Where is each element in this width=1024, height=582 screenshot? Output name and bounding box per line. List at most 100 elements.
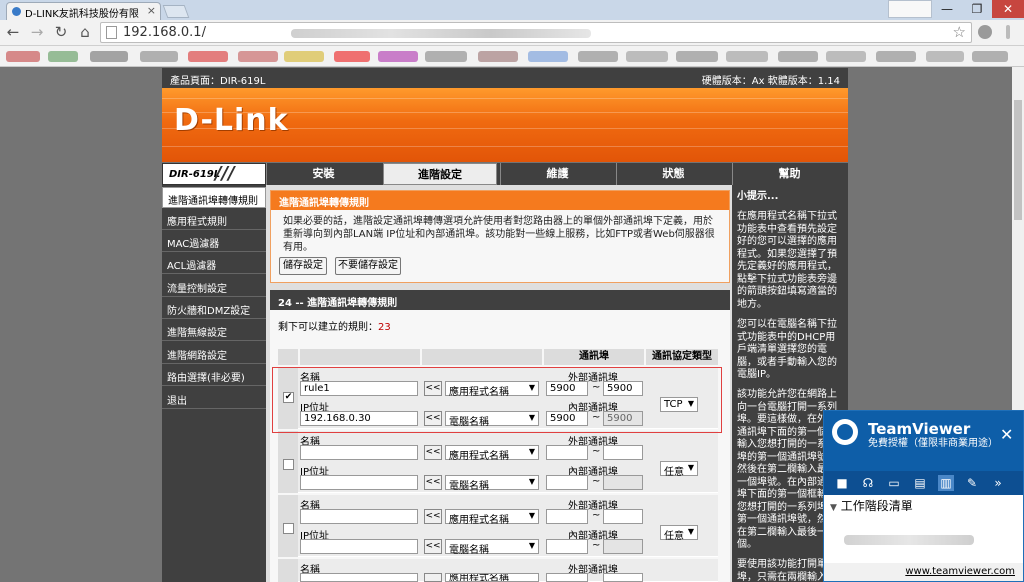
bookmark-item[interactable] xyxy=(48,51,78,62)
menu-icon[interactable] xyxy=(1006,25,1010,39)
bookmark-item[interactable] xyxy=(972,51,1008,62)
app-name-select[interactable]: 應用程式名稱 ▼ xyxy=(445,445,539,462)
pc-name-select[interactable]: 電腦名稱 ▼ xyxy=(445,539,539,556)
col-port: 通訊埠 xyxy=(544,349,644,365)
rule-enable-checkbox[interactable] xyxy=(283,459,294,470)
page-icon xyxy=(106,26,117,39)
sidebar-item-adv-wireless[interactable]: 進階無線設定 xyxy=(162,320,266,341)
file-transfer-icon[interactable]: ▥ xyxy=(938,475,954,491)
ip-address-input[interactable] xyxy=(300,539,418,554)
sidebar-item-app-rules[interactable]: 應用程式規則 xyxy=(162,209,266,230)
pc-copy-button[interactable]: << xyxy=(424,475,442,490)
pc-copy-button[interactable]: << xyxy=(424,539,442,554)
int-port-start-input[interactable] xyxy=(546,539,588,554)
rule-name-input[interactable] xyxy=(300,573,418,582)
bookmark-item[interactable] xyxy=(334,51,370,62)
reload-icon[interactable]: ↻ xyxy=(52,23,70,41)
tab-advanced[interactable]: 進階設定 xyxy=(383,163,497,185)
bookmark-item[interactable] xyxy=(188,51,228,62)
tab-status[interactable]: 狀態 xyxy=(616,163,730,185)
ext-port-start-input[interactable] xyxy=(546,509,588,524)
bookmark-item[interactable] xyxy=(676,51,718,62)
favicon-icon xyxy=(12,7,21,16)
protocol-select[interactable]: 任意 ▼ xyxy=(660,525,698,542)
bookmark-star-icon[interactable]: ☆ xyxy=(953,23,966,41)
rule-enable-checkbox[interactable] xyxy=(283,523,294,534)
tab-setup[interactable]: 安裝 xyxy=(266,163,380,185)
bookmark-item[interactable] xyxy=(626,51,668,62)
ext-port-start-input[interactable] xyxy=(546,445,588,460)
tab-maintenance[interactable]: 維護 xyxy=(500,163,614,185)
profile-button[interactable] xyxy=(888,0,932,18)
ip-address-input[interactable] xyxy=(300,475,418,490)
app-copy-button[interactable] xyxy=(424,573,442,582)
int-port-start-input[interactable] xyxy=(546,475,588,490)
scrollbar-thumb[interactable] xyxy=(1014,100,1022,220)
app-name-select[interactable]: 應用程式名稱 xyxy=(445,573,539,582)
teamviewer-close-icon[interactable]: ✕ xyxy=(1000,425,1013,444)
headset-icon[interactable]: ☊ xyxy=(860,475,876,491)
bookmark-item[interactable] xyxy=(90,51,128,62)
minimize-button[interactable]: — xyxy=(932,0,962,18)
bookmark-item[interactable] xyxy=(425,51,467,62)
session-list-header[interactable]: ▼ 工作階段清單 xyxy=(824,497,1023,515)
bookmark-item[interactable] xyxy=(726,51,768,62)
protocol-select[interactable]: 任意 ▼ xyxy=(660,461,698,478)
ext-port-end-input[interactable] xyxy=(603,573,643,582)
new-tab-button[interactable] xyxy=(162,5,190,18)
bookmark-item[interactable] xyxy=(238,51,278,62)
maximize-button[interactable]: ❐ xyxy=(962,0,992,18)
rule-name-input[interactable] xyxy=(300,445,418,460)
sidebar-item-port-forwarding[interactable]: 進階通訊埠轉傳規則 xyxy=(162,187,266,208)
ext-port-start-input[interactable] xyxy=(546,573,588,582)
int-port-end-input xyxy=(603,539,643,554)
bookmark-item[interactable] xyxy=(778,51,818,62)
tab-close-icon[interactable]: × xyxy=(147,4,156,17)
bookmark-item[interactable] xyxy=(528,51,568,62)
chat-icon[interactable]: ▭ xyxy=(886,475,902,491)
bookmark-item[interactable] xyxy=(6,51,40,62)
pen-icon[interactable]: ✎ xyxy=(964,475,980,491)
bookmark-item[interactable] xyxy=(926,51,964,62)
sidebar-item-mac-filter[interactable]: MAC過濾器 xyxy=(162,231,266,252)
dont-save-button[interactable]: 不要儲存設定 xyxy=(335,257,401,275)
bookmark-item[interactable] xyxy=(826,51,866,62)
teamviewer-link[interactable]: www.teamviewer.com xyxy=(824,563,1023,581)
ext-port-end-input[interactable] xyxy=(603,445,643,460)
app-name-select[interactable]: 應用程式名稱 ▼ xyxy=(445,509,539,526)
bookmark-item[interactable] xyxy=(478,51,518,62)
sidebar-item-traffic-control[interactable]: 流量控制設定 xyxy=(162,276,266,297)
bookmark-item[interactable] xyxy=(578,51,618,62)
ext-port-end-input[interactable] xyxy=(603,509,643,524)
save-settings-button[interactable]: 儲存設定 xyxy=(279,257,327,275)
session-item[interactable] xyxy=(844,535,974,545)
app-copy-button[interactable]: << xyxy=(424,509,442,524)
video-icon[interactable]: ■ xyxy=(834,475,850,491)
sidebar-item-adv-network[interactable]: 進階網路設定 xyxy=(162,343,266,364)
rule-row-2: 名稱 << 應用程式名稱 ▼ 外部通訊埠 ~ IP位址 << 電腦名稱 ▼ 內部通訊… xyxy=(278,431,718,493)
rule-row-4: 名稱 應用程式名稱 外部通訊埠 xyxy=(278,559,718,582)
rule-name-input[interactable] xyxy=(300,509,418,524)
whiteboard-icon[interactable]: ▤ xyxy=(912,475,928,491)
sidebar-item-routing[interactable]: 路由選擇(非必要) xyxy=(162,365,266,386)
back-icon[interactable]: ← xyxy=(4,23,22,41)
browser-tab[interactable]: D-LINK友訊科技股份有限 × xyxy=(6,2,161,20)
pc-name-select[interactable]: 電腦名稱 ▼ xyxy=(445,475,539,492)
tab-help[interactable]: 幫助 xyxy=(732,163,846,185)
forward-icon[interactable]: → xyxy=(28,23,46,41)
more-icon[interactable]: » xyxy=(990,475,1006,491)
app-copy-button[interactable]: << xyxy=(424,445,442,460)
bookmark-item[interactable] xyxy=(876,51,916,62)
bookmark-item[interactable] xyxy=(140,51,178,62)
bookmark-item[interactable] xyxy=(284,51,324,62)
int-port-end-input xyxy=(603,475,643,490)
sidebar-item-acl-filter[interactable]: ACL過濾器 xyxy=(162,253,266,274)
close-window-button[interactable]: ✕ xyxy=(992,0,1024,18)
col-protocol: 通訊協定類型 xyxy=(646,349,718,365)
sidebar-item-firewall-dmz[interactable]: 防火牆和DMZ設定 xyxy=(162,298,266,319)
sidebar-item-logout[interactable]: 退出 xyxy=(162,388,266,409)
home-icon[interactable]: ⌂ xyxy=(76,23,94,41)
extension-icon[interactable] xyxy=(978,25,992,39)
bookmark-item[interactable] xyxy=(378,51,418,62)
address-bar[interactable]: 192.168.0.1/ ☆ xyxy=(100,22,972,43)
